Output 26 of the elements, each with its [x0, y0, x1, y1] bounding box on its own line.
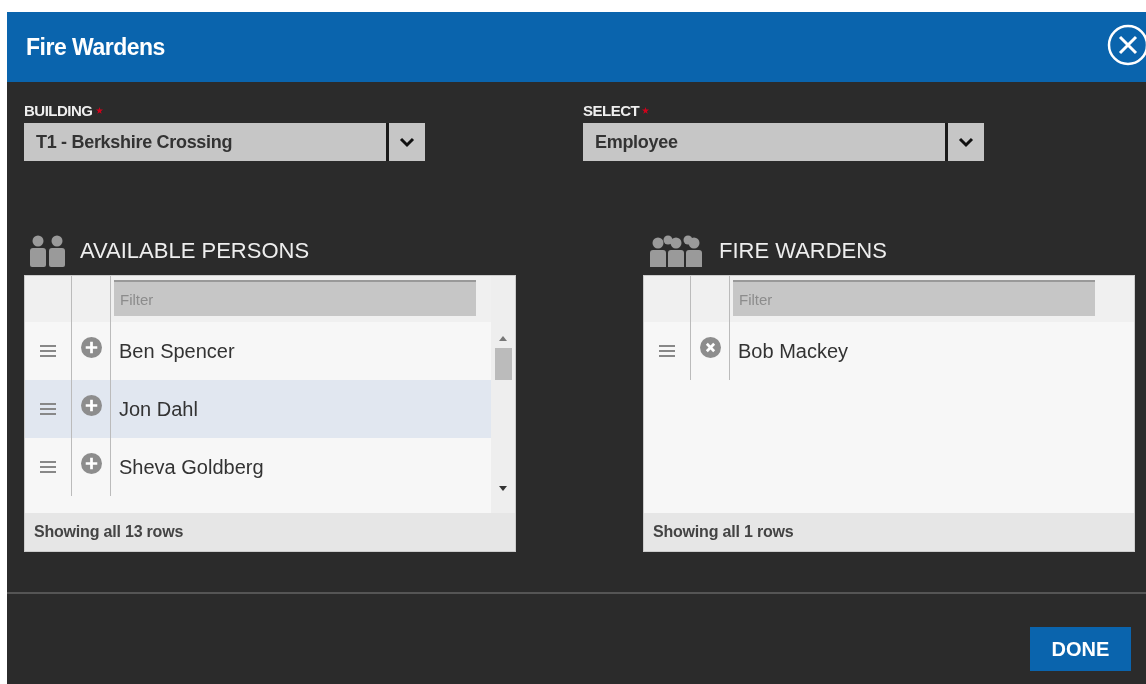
list-row[interactable]: Jon Dahl	[25, 380, 491, 438]
caret-icon	[399, 136, 415, 148]
section-heading: AVAILABLE PERSONS	[80, 238, 310, 264]
drag-handle-icon[interactable]	[40, 460, 56, 474]
list-row[interactable]: Sheva Goldberg	[25, 438, 491, 496]
caret-icon	[958, 136, 974, 148]
row-count: Showing all 1 rows	[653, 523, 794, 541]
add-icon[interactable]	[80, 452, 102, 474]
drag-handle-icon[interactable]	[40, 402, 56, 416]
filter-field[interactable]: Filter	[733, 280, 1095, 316]
add-icon[interactable]	[80, 336, 102, 358]
dropdown[interactable]: Employee	[583, 123, 984, 161]
dropdown[interactable]: T1 - Berkshire Crossing	[24, 123, 425, 161]
close-icon[interactable]	[1106, 23, 1146, 67]
list-row[interactable]: Bob Mackey	[644, 322, 1134, 380]
drag-handle-icon[interactable]	[40, 344, 56, 358]
section-heading: FIRE WARDENS	[719, 238, 887, 264]
field-label: BUILDING	[24, 102, 93, 121]
filter-field[interactable]: Filter	[114, 280, 476, 316]
done-button[interactable]: DONE	[1030, 627, 1131, 671]
add-icon[interactable]	[80, 394, 102, 416]
remove-icon[interactable]	[699, 336, 721, 358]
drag-handle-icon[interactable]	[659, 344, 675, 358]
dialog-title: Fire Wardens	[26, 33, 165, 61]
field-label: SELECT	[583, 102, 640, 121]
row-count: Showing all 13 rows	[34, 523, 184, 541]
